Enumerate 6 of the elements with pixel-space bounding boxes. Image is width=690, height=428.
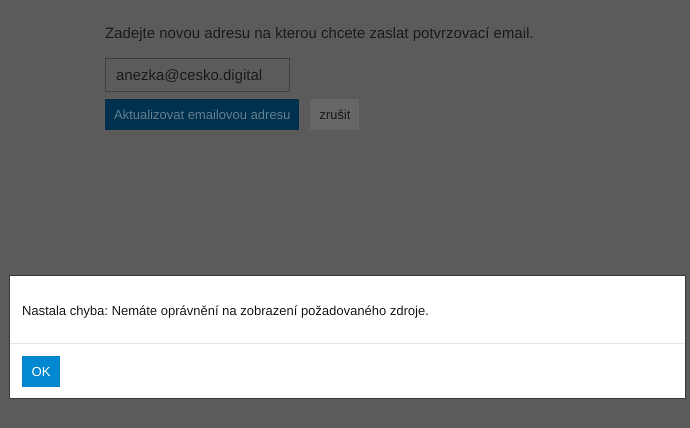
email-field[interactable]: anezka@cesko.digital: [105, 58, 290, 92]
update-email-button[interactable]: Aktualizovat emailovou adresu: [105, 99, 300, 130]
instruction-text: Zadejte novou adresu na kterou chcete zaslat potvrzovací email.: [105, 25, 535, 42]
ok-button[interactable]: OK: [22, 356, 60, 387]
cancel-button[interactable]: zrušit: [310, 99, 360, 130]
error-message: Nastala chyba: Nemáte oprávnění na zobrazení požadovaného zdroje.: [10, 276, 685, 344]
